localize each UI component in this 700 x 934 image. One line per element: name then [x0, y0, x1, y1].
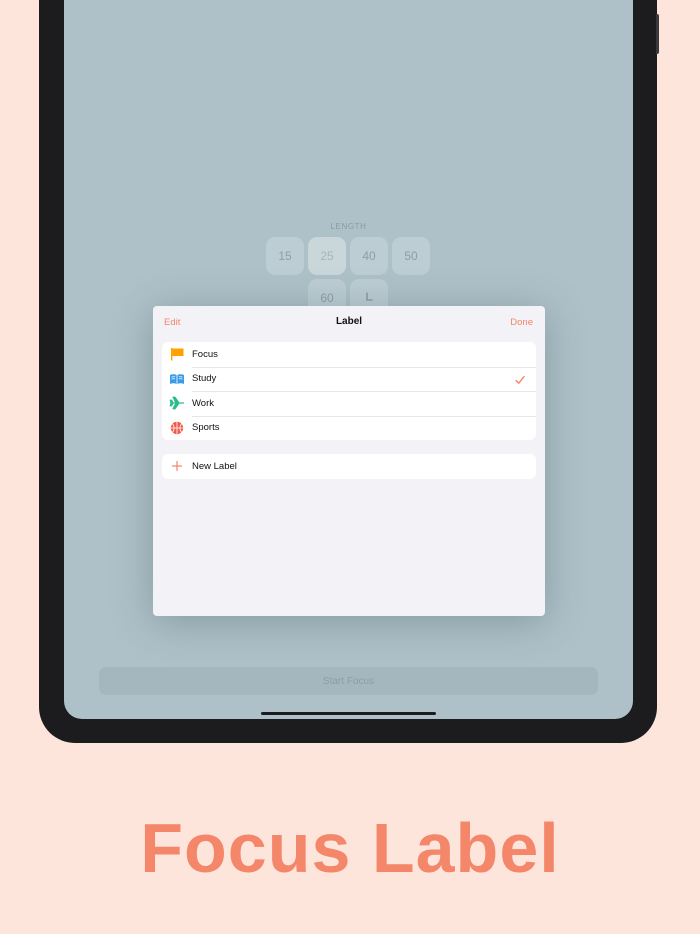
checkmark-icon: [514, 373, 526, 391]
sheet-header: Edit Label Done: [153, 306, 545, 338]
label-row-work[interactable]: Work: [162, 391, 536, 416]
plus-icon: [162, 454, 192, 478]
sheet-title: Label: [335, 316, 363, 327]
new-label-button[interactable]: New Label: [162, 454, 536, 479]
label-row-sports[interactable]: Sports: [162, 415, 536, 441]
label-name: Focus: [192, 348, 218, 360]
preset-15[interactable]: 15: [266, 237, 304, 275]
home-indicator: [261, 712, 436, 715]
start-focus-button[interactable]: Start Focus: [99, 667, 598, 695]
book-icon: [162, 367, 192, 391]
label-sheet: Edit Label Done Focus Study Work Sports …: [153, 306, 545, 616]
preset-25[interactable]: 25: [308, 237, 346, 275]
length-section-title: LENGTH: [330, 222, 367, 231]
label-name: Study: [192, 373, 217, 385]
label-name: Sports: [192, 422, 220, 434]
new-label-group: New Label: [162, 454, 536, 479]
promo-title: Focus Label: [140, 809, 560, 887]
preset-50[interactable]: 50: [392, 237, 430, 275]
label-row-study[interactable]: Study: [162, 366, 536, 392]
new-label-text: New Label: [192, 460, 237, 472]
label-list: Focus Study Work Sports: [162, 342, 536, 440]
preset-40[interactable]: 40: [350, 237, 388, 275]
label-name: Work: [192, 397, 214, 409]
basketball-icon: [162, 416, 192, 440]
airplane-icon: [162, 391, 192, 415]
flag-icon: [162, 342, 192, 366]
label-row-focus[interactable]: Focus: [162, 342, 536, 367]
done-button[interactable]: Done: [510, 317, 533, 328]
side-button: [656, 14, 659, 54]
clock-icon: [366, 292, 373, 301]
